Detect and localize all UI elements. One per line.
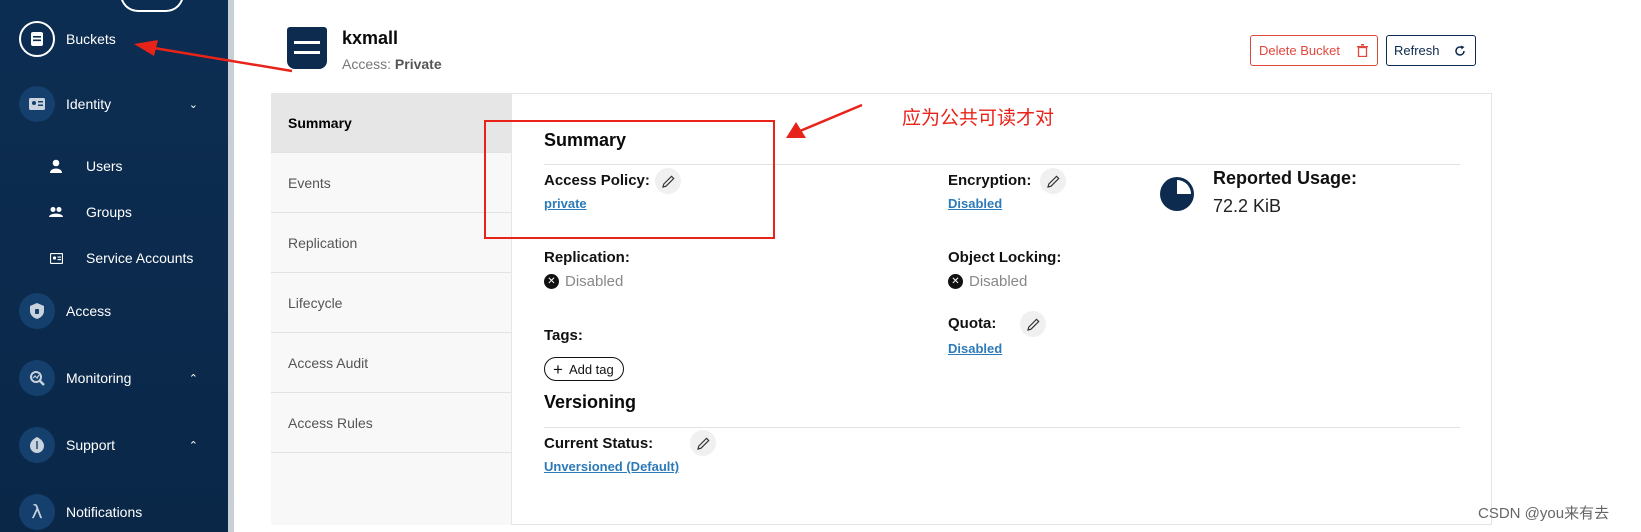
tab-access-audit[interactable]: Access Audit <box>271 333 511 393</box>
sidebar-item-notifications[interactable]: λ Notifications <box>0 490 228 532</box>
edit-quota-button[interactable] <box>1020 311 1046 337</box>
sidebar-item-buckets[interactable]: Buckets <box>0 17 228 61</box>
bucket-icon <box>287 27 327 69</box>
edit-encryption-button[interactable] <box>1040 168 1066 194</box>
pencil-icon <box>1026 317 1040 331</box>
sidebar-item-label: Notifications <box>66 504 143 520</box>
usage-pie-icon <box>1160 177 1194 211</box>
annotation-highlight-box <box>484 120 775 239</box>
lambda-icon: λ <box>19 494 55 530</box>
support-icon <box>19 427 55 463</box>
chevron-up-icon: ⌃ <box>188 372 198 385</box>
sidebar-item-label: Users <box>86 158 123 174</box>
access-value: Private <box>394 56 442 72</box>
disabled-icon: ✕ <box>948 274 963 289</box>
sidebar-item-label: Access <box>66 303 112 319</box>
encryption-label: Encryption: <box>948 172 1032 189</box>
trash-icon <box>1357 44 1368 57</box>
tab-summary[interactable]: Summary <box>271 93 511 153</box>
page-title: kxmall <box>342 28 399 48</box>
sidebar-item-access[interactable]: Access <box>0 289 228 333</box>
encryption-value[interactable]: Disabled <box>948 196 1002 211</box>
versioning-divider <box>544 427 1460 428</box>
replication-label: Replication: <box>544 249 630 266</box>
object-locking-status: ✕ Disabled <box>948 273 1027 290</box>
current-status-value[interactable]: Unversioned (Default) <box>544 459 679 474</box>
chevron-up-icon: ⌃ <box>188 439 198 452</box>
sidebar-item-label: Groups <box>86 204 132 220</box>
edit-versioning-button[interactable] <box>690 430 716 456</box>
sidebar-divider <box>228 0 234 532</box>
tags-label: Tags: <box>544 327 583 344</box>
sidebar-item-label: Service Accounts <box>86 250 194 266</box>
annotation-note: 应为公共可读才对 <box>902 107 1055 129</box>
access-prefix: Access: <box>342 56 392 72</box>
object-locking-label: Object Locking: <box>948 249 1062 266</box>
bucket-icon <box>19 21 55 57</box>
sidebar-item-service-accounts[interactable]: Service Accounts <box>0 243 228 273</box>
tab-events[interactable]: Events <box>271 153 511 213</box>
replication-value: Disabled <box>565 273 624 290</box>
sidebar-item-label: Buckets <box>66 31 116 47</box>
shield-icon <box>19 293 55 329</box>
quota-label: Quota: <box>948 315 997 332</box>
watermark: CSDN @you来有去 <box>1478 505 1610 522</box>
sidebar-item-identity[interactable]: Identity ⌄ <box>0 82 228 126</box>
logo <box>120 0 184 12</box>
sidebar-item-support[interactable]: Support ⌃ <box>0 423 228 467</box>
reported-usage-value: 72.2 KiB <box>1213 196 1282 216</box>
id-card-icon <box>19 86 55 122</box>
chevron-down-icon: ⌄ <box>188 98 198 111</box>
sidebar-item-monitoring[interactable]: Monitoring ⌃ <box>0 356 228 400</box>
current-status-label: Current Status: <box>544 435 654 452</box>
bucket-access: Access: Private <box>342 56 442 72</box>
tab-replication[interactable]: Replication <box>271 213 511 273</box>
replication-status: ✕ Disabled <box>544 273 623 290</box>
sidebar-item-users[interactable]: Users <box>0 151 228 181</box>
refresh-icon <box>1455 45 1465 56</box>
plus-icon: + <box>553 359 563 379</box>
sidebar-item-groups[interactable]: Groups <box>0 197 228 227</box>
tab-list: Summary Events Replication Lifecycle Acc… <box>271 93 512 525</box>
pencil-icon <box>1046 174 1060 188</box>
sidebar-item-label: Identity <box>66 96 112 112</box>
sidebar-item-label: Monitoring <box>66 370 132 386</box>
refresh-button[interactable]: Refresh <box>1386 35 1476 66</box>
quota-value[interactable]: Disabled <box>948 341 1002 356</box>
reported-usage-label: Reported Usage: <box>1213 168 1358 188</box>
add-tag-label: Add tag <box>568 361 614 377</box>
versioning-title: Versioning <box>544 392 637 412</box>
user-icon <box>49 159 63 173</box>
sidebar-item-label: Support <box>66 437 116 453</box>
disabled-icon: ✕ <box>544 274 559 289</box>
tab-lifecycle[interactable]: Lifecycle <box>271 273 511 333</box>
object-locking-value: Disabled <box>969 273 1028 290</box>
pencil-icon <box>696 436 710 450</box>
group-icon <box>49 206 63 218</box>
add-tag-button[interactable]: + Add tag <box>544 357 624 381</box>
monitor-search-icon <box>19 360 55 396</box>
delete-bucket-button[interactable]: Delete Bucket <box>1250 35 1378 66</box>
refresh-label: Refresh <box>1394 43 1440 58</box>
badge-icon <box>49 252 63 264</box>
delete-bucket-label: Delete Bucket <box>1259 43 1340 58</box>
tab-access-rules[interactable]: Access Rules <box>271 393 511 453</box>
sidebar: Buckets Identity ⌄ Users Groups Service … <box>0 0 234 532</box>
